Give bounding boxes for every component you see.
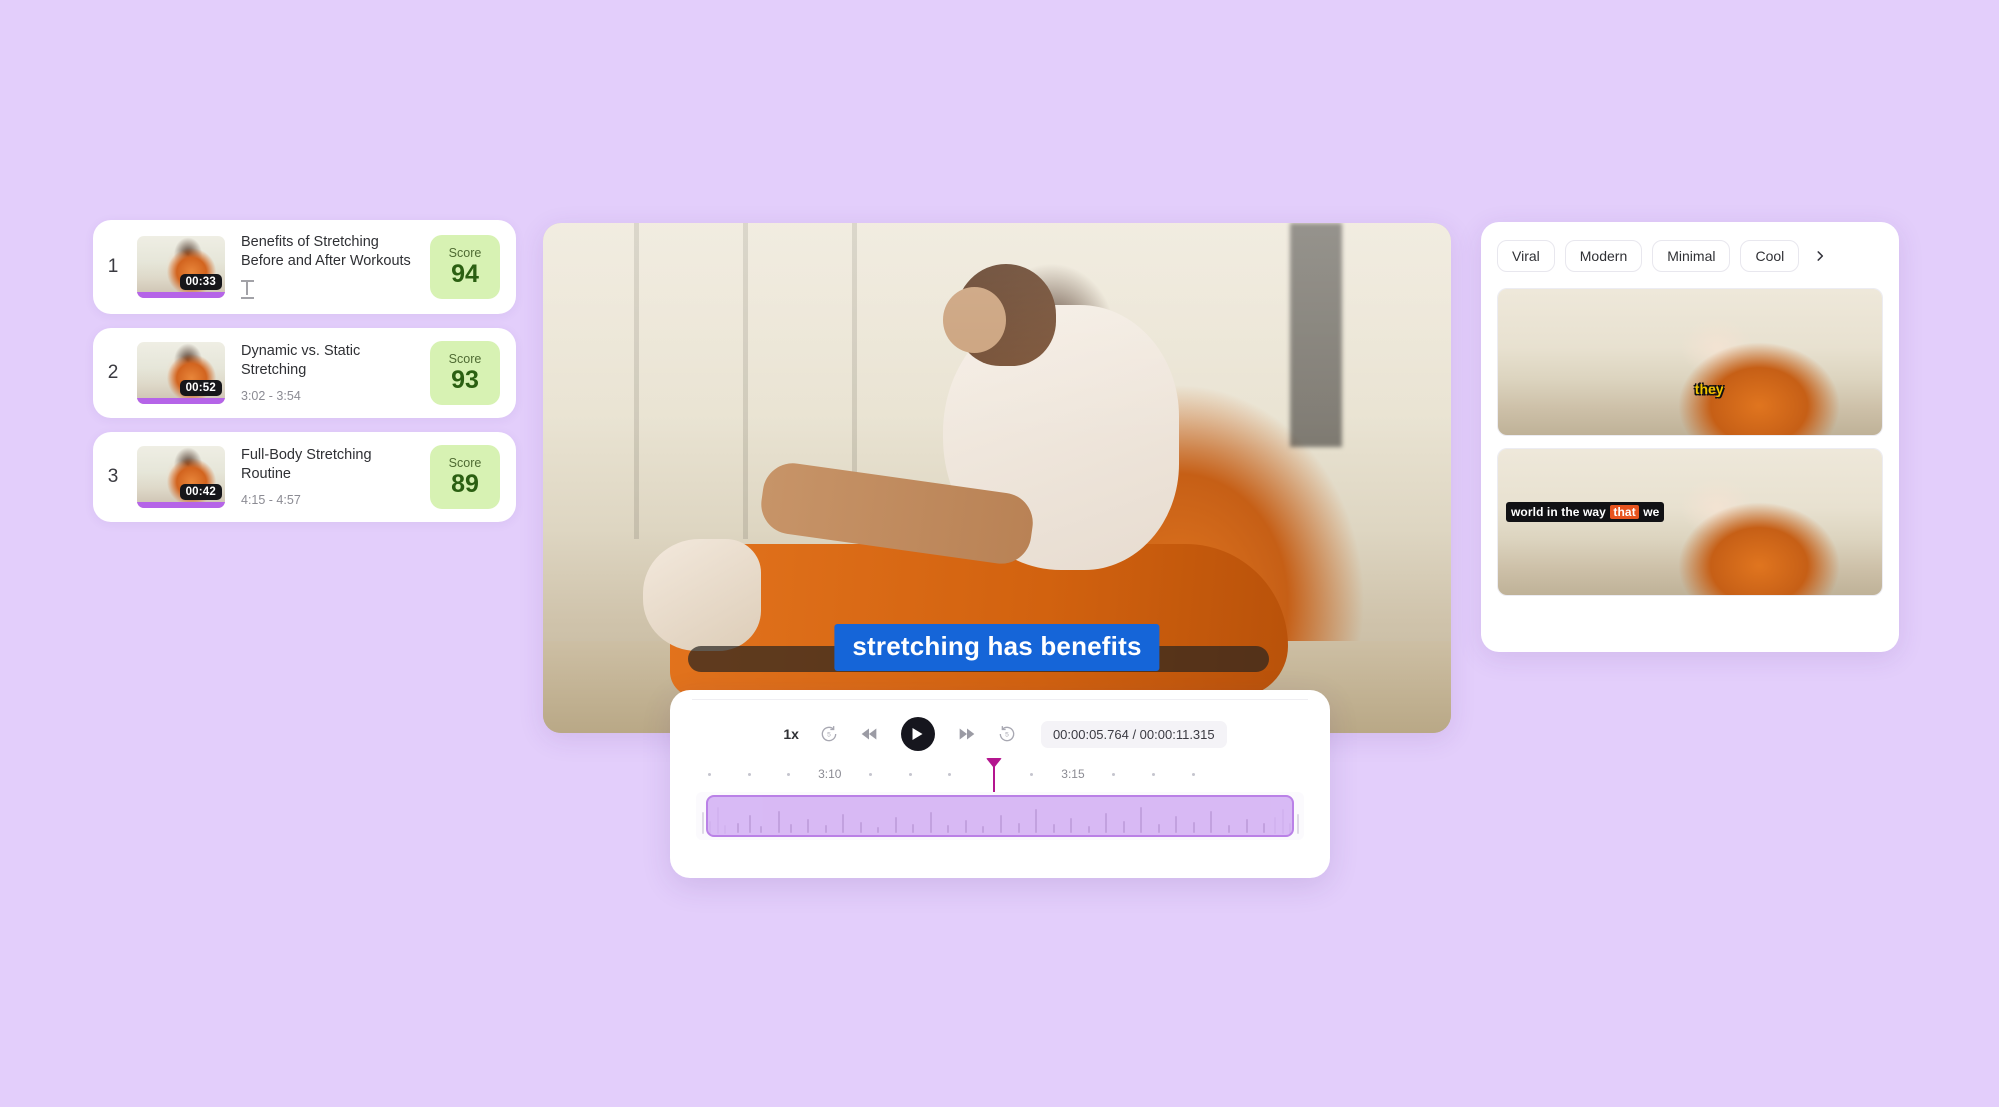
forward-5-seconds-button[interactable]: 5 [987, 714, 1027, 754]
score-badge: Score 93 [430, 340, 500, 405]
clip-duration-badge: 00:52 [179, 379, 222, 396]
next-frame-button[interactable] [947, 714, 987, 754]
clip-timerange: 4:15 - 4:57 [241, 493, 301, 508]
clip-card[interactable]: 3 00:42 Full-Body Stretching Routine 4:1… [93, 431, 516, 522]
clip-title: Benefits of Stretching Before and After … [241, 234, 411, 270]
clip-meta: Full-Body Stretching Routine 4:15 - 4:57 [239, 446, 416, 508]
clip-index: 2 [107, 361, 119, 383]
style-tabs: Viral Modern Minimal Cool [1497, 240, 1883, 272]
clip-title: Full-Body Stretching Routine [241, 446, 372, 483]
score-badge: Score 89 [430, 444, 500, 509]
clip-title: Dynamic vs. Static Stretching [241, 342, 361, 379]
thumbnail-progress-bar [137, 501, 225, 508]
clip-card[interactable]: 1 00:33 Benefits of Stretching Before an… [93, 220, 516, 314]
previous-frame-button[interactable] [849, 714, 889, 754]
preview-caption-text: they [1694, 380, 1724, 397]
clip-thumbnail[interactable]: 00:42 [137, 445, 225, 508]
preview-frame [1498, 449, 1882, 595]
caption-word-before: world in the way [1511, 504, 1606, 519]
rewind-5-seconds-button[interactable]: 5 [809, 714, 849, 754]
clip-duration-badge: 00:42 [179, 483, 222, 500]
video-preview[interactable]: stretching has benefits [543, 223, 1451, 733]
app-root: 1 00:33 Benefits of Stretching Before an… [0, 0, 1999, 1107]
ruler-label: 3:15 [1061, 767, 1085, 781]
score-value: 93 [451, 365, 479, 394]
caption-word-after: we [1643, 504, 1660, 519]
text-cursor-icon [241, 279, 254, 299]
chevron-right-icon[interactable] [1809, 245, 1831, 267]
svg-text:5: 5 [1005, 732, 1009, 739]
score-value: 89 [451, 469, 479, 498]
clip-meta: Benefits of Stretching Before and After … [239, 233, 416, 301]
tab-viral[interactable]: Viral [1497, 240, 1555, 272]
thumbnail-progress-bar [137, 291, 225, 298]
playback-speed-button[interactable]: 1x [773, 722, 809, 746]
tab-minimal[interactable]: Minimal [1652, 240, 1731, 272]
clip-index: 1 [107, 255, 119, 277]
thumbnail-progress-bar [137, 397, 225, 404]
time-readout: 00:00:05.764 / 00:00:11.315 [1040, 720, 1227, 748]
caption-style-panel: Viral Modern Minimal Cool they world in … [1481, 222, 1899, 652]
svg-text:5: 5 [827, 732, 831, 739]
player-panel: 1x 5 5 00:00:05.764 / 00:00:11.315 3:10 … [670, 690, 1330, 878]
playback-controls: 1x 5 5 00:00:05.764 / 00:00:11.315 [692, 708, 1308, 760]
video-caption: stretching has benefits [834, 624, 1160, 671]
clip-card[interactable]: 2 00:52 Dynamic vs. Static Stretching 3:… [93, 327, 516, 418]
timeline-ruler[interactable]: 3:10 3:15 [696, 758, 1304, 838]
clip-duration-badge: 00:33 [179, 273, 222, 290]
tab-modern[interactable]: Modern [1564, 240, 1643, 272]
caption-style-preview[interactable]: world in the way that we [1497, 448, 1883, 596]
caption-style-previews: they world in the way that we [1497, 288, 1883, 596]
play-button[interactable] [900, 717, 935, 751]
score-label: Score [448, 351, 482, 366]
preview-frame [1498, 289, 1882, 435]
caption-word-highlight: that [1610, 504, 1639, 519]
preview-caption-text: world in the way that we [1506, 501, 1665, 522]
score-value: 94 [451, 260, 479, 289]
score-label: Score [448, 246, 482, 261]
score-badge: Score 94 [430, 234, 500, 299]
clip-index: 3 [107, 465, 119, 487]
clip-thumbnail[interactable]: 00:52 [137, 341, 225, 404]
score-label: Score [448, 455, 482, 470]
clip-timerange: 3:02 - 3:54 [241, 389, 301, 404]
clip-meta: Dynamic vs. Static Stretching 3:02 - 3:5… [239, 342, 416, 404]
tab-cool[interactable]: Cool [1740, 240, 1800, 272]
clip-thumbnail[interactable]: 00:33 [137, 235, 225, 298]
audio-waveform[interactable] [696, 792, 1304, 840]
clip-list: 1 00:33 Benefits of Stretching Before an… [93, 220, 516, 522]
selection-region[interactable] [705, 795, 1295, 837]
caption-style-preview[interactable]: they [1497, 288, 1883, 436]
player-divider [692, 699, 1308, 700]
ruler-label: 3:10 [818, 767, 842, 781]
